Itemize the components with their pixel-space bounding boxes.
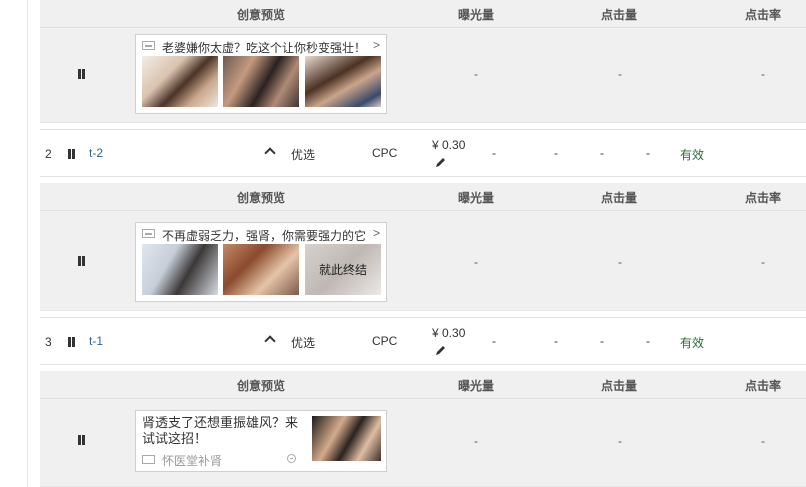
pause-icon[interactable]	[67, 149, 77, 159]
creative-subpanel-2: 创意预览 曝光量 点击量 点击率 不再虚弱乏力，强肾，你需要强力的它 > 就此终…	[40, 183, 806, 311]
clicks-value: -	[618, 67, 622, 81]
impressions-value: -	[474, 255, 478, 269]
ad-image-icon	[142, 229, 155, 238]
metric-value: -	[554, 146, 558, 160]
creative-subpanel-3: 创意预览 曝光量 点击量 点击率 肾透支了还想重振雄风？来试试这招！ 怀医堂补肾…	[40, 371, 806, 487]
creative-image	[305, 56, 381, 107]
clicks-value: -	[618, 255, 622, 269]
clicks-value: -	[618, 434, 622, 448]
header-clicks: 点击量	[601, 191, 638, 205]
subpanel-header: 创意预览 曝光量 点击量 点击率	[40, 0, 806, 28]
creative-image	[142, 56, 218, 107]
creative-image	[223, 56, 299, 107]
collapse-icon[interactable]	[287, 454, 296, 463]
ctr-value: -	[761, 255, 765, 269]
impressions-value: -	[474, 67, 478, 81]
creative-card[interactable]: 肾透支了还想重振雄风？来试试这招！ 怀医堂补肾	[135, 410, 387, 472]
left-divider	[27, 0, 28, 487]
header-ctr: 点击率	[745, 191, 782, 205]
creative-card[interactable]: 不再虚弱乏力，强肾，你需要强力的它 > 就此终结	[135, 222, 387, 302]
creative-card[interactable]: 老婆嫌你太虚？吃这个让你秒变强壮！ >	[135, 34, 387, 114]
header-preview: 创意预览	[237, 191, 286, 205]
header-ctr: 点击率	[745, 8, 782, 22]
creative-image	[142, 244, 218, 295]
unit-name-link[interactable]: t-1	[89, 334, 103, 348]
metric-value: -	[646, 146, 650, 160]
header-clicks: 点击量	[601, 8, 638, 22]
image-overlay-text: 就此终结	[318, 263, 367, 277]
creative-subpanel-1: 创意预览 曝光量 点击量 点击率 老婆嫌你太虚？吃这个让你秒变强壮！ > - -…	[40, 0, 806, 123]
bid-type: CPC	[372, 334, 398, 348]
metric-value: -	[554, 334, 558, 348]
delivery-mode: 优选	[291, 336, 316, 350]
ctr-value: -	[761, 434, 765, 448]
row-index: 2	[45, 147, 52, 161]
row-index: 3	[45, 335, 52, 349]
chevron-right-icon[interactable]: >	[373, 226, 380, 240]
header-preview: 创意预览	[237, 379, 286, 393]
creative-title: 不再虚弱乏力，强肾，你需要强力的它	[162, 229, 367, 243]
bid-type: CPC	[372, 146, 398, 160]
edit-pencil-icon[interactable]	[434, 345, 446, 357]
ctr-value: -	[761, 67, 765, 81]
header-impressions: 曝光量	[458, 8, 495, 22]
header-ctr: 点击率	[745, 379, 782, 393]
header-impressions: 曝光量	[458, 379, 495, 393]
pause-icon[interactable]	[77, 435, 87, 445]
metric-value: -	[492, 146, 496, 160]
creative-image	[312, 416, 381, 461]
table-row[interactable]: 3 t-1 优选 CPC ¥ 0.30 - - - - 有效	[40, 317, 806, 365]
metric-value: -	[646, 334, 650, 348]
header-clicks: 点击量	[601, 379, 638, 393]
creative-brand: 怀医堂补肾	[162, 454, 223, 468]
pause-icon[interactable]	[77, 256, 87, 266]
status-badge: 有效	[680, 148, 705, 162]
table-row[interactable]: 2 t-2 优选 CPC ¥ 0.30 - - - - 有效	[40, 129, 806, 177]
bid-price: ¥ 0.30	[432, 326, 466, 340]
chevron-up-icon[interactable]	[264, 335, 276, 347]
status-badge: 有效	[680, 336, 705, 350]
subpanel-header: 创意预览 曝光量 点击量 点击率	[40, 371, 806, 399]
impressions-value: -	[474, 434, 478, 448]
bid-price: ¥ 0.30	[432, 138, 466, 152]
edit-pencil-icon[interactable]	[434, 157, 446, 169]
metric-value: -	[600, 334, 604, 348]
subpanel-header: 创意预览 曝光量 点击量 点击率	[40, 183, 806, 211]
creative-image	[223, 244, 299, 295]
unit-name-link[interactable]: t-2	[89, 146, 103, 160]
chevron-up-icon[interactable]	[264, 147, 276, 159]
creative-title: 肾透支了还想重振雄风？来试试这招！	[142, 415, 299, 446]
chevron-right-icon[interactable]: >	[373, 38, 380, 52]
creative-title: 老婆嫌你太虚？吃这个让你秒变强壮！	[162, 41, 367, 55]
ad-image-icon	[142, 455, 155, 464]
pause-icon[interactable]	[77, 69, 87, 79]
creative-image: 就此终结	[305, 244, 381, 295]
ad-image-icon	[142, 41, 155, 50]
delivery-mode: 优选	[291, 148, 316, 162]
header-impressions: 曝光量	[458, 191, 495, 205]
metric-value: -	[600, 146, 604, 160]
metric-value: -	[492, 334, 496, 348]
header-preview: 创意预览	[237, 8, 286, 22]
pause-icon[interactable]	[67, 337, 77, 347]
